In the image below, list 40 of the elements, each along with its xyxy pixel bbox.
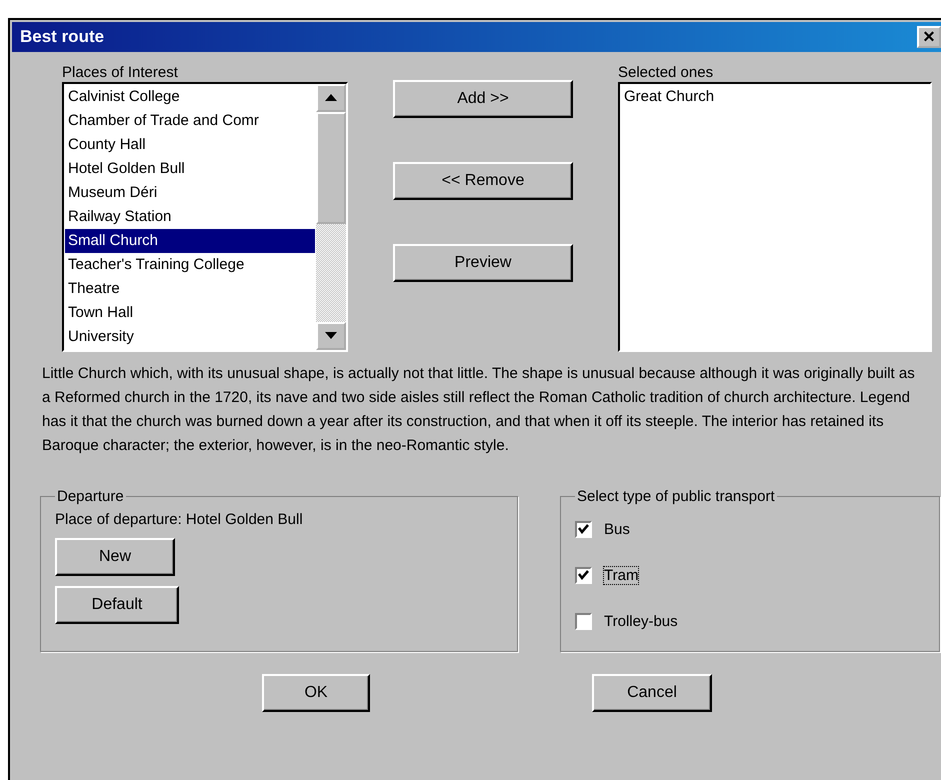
checkbox-label[interactable]: Bus [604,520,630,538]
action-button[interactable]: Add >> [393,80,573,118]
description-text: Little Church which, with its unusual shape, is actually not that little. The shape is unusual because although it was originally built as a Reformed church in the 1720, its nave and two side aisles still reflect the Roman Catholic tradition of church architecture. Legend has it that the church was burned down a year after its construction, and that when it off its steeple. The interior has retained its Baroque character; the exterior, however, is in the neo-Romantic style. [42,364,916,456]
list-item[interactable]: Railway Station [65,205,315,229]
departure-button[interactable]: New [55,538,175,576]
checkbox-label[interactable]: Trolley-bus [604,612,678,630]
list-item[interactable]: Museum Déri [65,181,315,205]
list-item[interactable]: Hotel Golden Bull [65,157,315,181]
checkbox[interactable] [575,612,592,630]
list-label: Selected ones [618,64,714,82]
checkbox-label[interactable]: Tram [604,566,638,584]
dialog-button[interactable]: OK [262,674,370,712]
departure-text: Place of departure: Hotel Golden Bull [55,511,304,528]
window-title: Best route [20,27,104,47]
list-item[interactable]: Calvinist College [65,85,315,109]
action-button[interactable]: Preview [393,244,573,282]
up-arrow-icon [325,94,337,102]
close-button[interactable]: × [917,26,941,48]
list-item[interactable]: Theatre [65,277,315,301]
list-item[interactable]: Teacher's Training College [65,253,315,277]
selected-list[interactable]: Great Church [618,82,932,352]
down-arrow-icon [325,332,337,340]
scroll-up-button[interactable] [316,84,346,112]
action-button[interactable]: << Remove [393,162,573,200]
list-item[interactable]: Small Church [65,229,315,253]
list-item[interactable]: County Hall [65,133,315,157]
group-title: Departure [56,488,125,505]
list-item[interactable]: Chamber of Trade and Comr [65,109,315,133]
checkbox[interactable] [575,520,592,538]
dialog-button[interactable]: Cancel [592,674,712,712]
checkbox[interactable] [575,566,592,584]
scroll-down-button[interactable] [316,322,346,350]
scrollbar[interactable] [316,84,346,350]
departure-button[interactable]: Default [55,586,179,624]
list-label: Places of Interest [62,64,179,82]
group-title: Select type of public transport [576,488,776,505]
list-item[interactable]: University [65,325,315,349]
list-item[interactable]: Great Church [621,85,929,109]
places-list[interactable]: Calvinist College Chamber of Trade and Comr County Hall Hotel Golden Bull Museum Déri Railway Station Small Church Teacher's Training College Theatre Town Hall University [62,82,348,352]
list-item[interactable]: Town Hall [65,301,315,325]
